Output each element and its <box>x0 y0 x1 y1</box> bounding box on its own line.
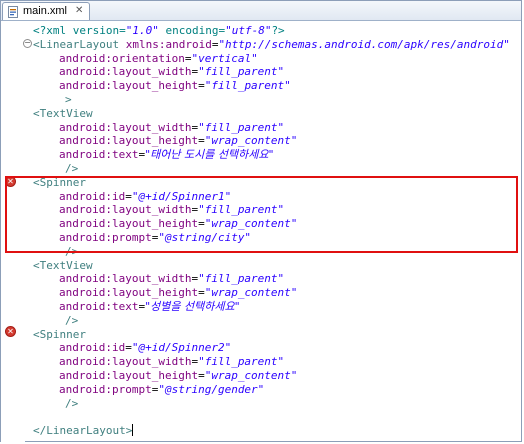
code-token: "fill_parent" <box>198 272 285 285</box>
code-token: "성별을 선택하세요" <box>145 300 240 313</box>
code-line: android:layout_width="fill_parent" <box>59 65 284 79</box>
code-line: <LinearLayout xmlns:android="http://sche… <box>33 38 510 52</box>
code-line: /> <box>65 162 78 176</box>
code-token: android:layout_width <box>59 65 192 78</box>
tab-label: main.xml <box>23 5 68 17</box>
code-token: android:id <box>59 341 126 354</box>
code-line: </LinearLayout> <box>33 424 134 438</box>
code-token: "@+id/Spinner2" <box>131 341 232 354</box>
code-token: "wrap_content" <box>204 369 298 382</box>
code-token: "fill_parent" <box>198 355 285 368</box>
code-line: android:orientation="vertical" <box>59 52 258 66</box>
code-line: android:layout_height="wrap_content" <box>59 286 297 300</box>
code-token: android:text <box>59 148 139 161</box>
code-token: /> <box>65 314 79 327</box>
code-token: <LinearLayout <box>33 38 126 51</box>
code-token: android:orientation <box>59 52 185 65</box>
code-line: android:text="태어난 도시를 선택하세요" <box>59 148 274 162</box>
tab-main-xml[interactable]: main.xml ✕ <box>2 2 90 20</box>
code-token: <?xml version= <box>33 24 126 37</box>
code-line: /> <box>65 314 78 328</box>
code-line: android:layout_height="fill_parent" <box>59 79 291 93</box>
code-token: = <box>125 341 132 354</box>
code-line: <TextView <box>33 107 93 121</box>
code-token: "http://schemas.android.com/apk/res/andr… <box>218 38 510 51</box>
code-token: android:layout_width <box>59 355 192 368</box>
code-line: android:layout_height="wrap_content" <box>59 134 297 148</box>
code-line: android:layout_height="wrap_content" <box>59 369 297 383</box>
spinner1-highlight-box <box>5 176 518 253</box>
editor-tab-bar: main.xml ✕ <box>1 1 521 21</box>
code-line: android:layout_width="fill_parent" <box>59 355 284 369</box>
fold-collapse-icon[interactable]: − <box>23 39 32 48</box>
code-token: android:layout_width <box>59 272 192 285</box>
code-token: /> <box>65 162 79 175</box>
code-token: android:prompt <box>59 383 152 396</box>
code-token: encoding= <box>158 24 226 37</box>
code-token: "fill_parent" <box>198 121 285 134</box>
code-line: <TextView <box>33 259 93 273</box>
code-token: ?> <box>271 24 285 37</box>
code-token: "1.0" <box>125 24 159 37</box>
code-token: = <box>198 286 205 299</box>
xml-file-icon <box>8 6 18 18</box>
code-token: "wrap_content" <box>204 134 298 147</box>
code-token: android:text <box>59 300 139 313</box>
code-token: "@string/gender" <box>158 383 265 396</box>
code-token: = <box>198 369 205 382</box>
code-line: android:prompt="@string/gender" <box>59 383 264 397</box>
code-token: "wrap_content" <box>204 286 298 299</box>
code-line: <?xml version="1.0" encoding="utf-8"?> <box>33 24 285 38</box>
code-token: android:layout_height <box>59 134 199 147</box>
code-token: > <box>65 93 72 106</box>
code-token: = <box>198 134 205 147</box>
code-line: android:layout_width="fill_parent" <box>59 121 284 135</box>
close-tab-icon[interactable]: ✕ <box>75 5 83 16</box>
error-marker-icon[interactable]: ✕ <box>5 326 16 337</box>
code-token: <Spinner <box>33 328 86 341</box>
code-token: android:layout_height <box>59 286 199 299</box>
code-line: android:layout_width="fill_parent" <box>59 272 284 286</box>
code-token: xmlns:android <box>125 38 212 51</box>
code-token: "태어난 도시를 선택하세요" <box>145 148 274 161</box>
code-token: "utf-8" <box>225 24 272 37</box>
xml-editor[interactable]: main.xml ✕ − ✕ ✕ <?xml version="1.0" enc… <box>0 0 522 443</box>
code-token: "vertical" <box>191 52 258 65</box>
code-line: android:text="성별을 선택하세요" <box>59 300 240 314</box>
code-line: <Spinner <box>33 328 86 342</box>
code-token: = <box>198 79 205 92</box>
code-token: "fill_parent" <box>198 65 285 78</box>
code-token: </LinearLayout> <box>33 424 133 437</box>
code-token: <TextView <box>33 259 93 272</box>
code-line: /> <box>65 397 78 411</box>
code-line: android:id="@+id/Spinner2" <box>59 341 231 355</box>
code-token: android:layout_height <box>59 369 199 382</box>
text-cursor <box>132 424 134 436</box>
code-token: <TextView <box>33 107 93 120</box>
code-token: android:layout_width <box>59 121 192 134</box>
code-token: /> <box>65 397 79 410</box>
code-token: "fill_parent" <box>204 79 291 92</box>
code-token: android:layout_height <box>59 79 199 92</box>
code-line: > <box>65 93 72 107</box>
